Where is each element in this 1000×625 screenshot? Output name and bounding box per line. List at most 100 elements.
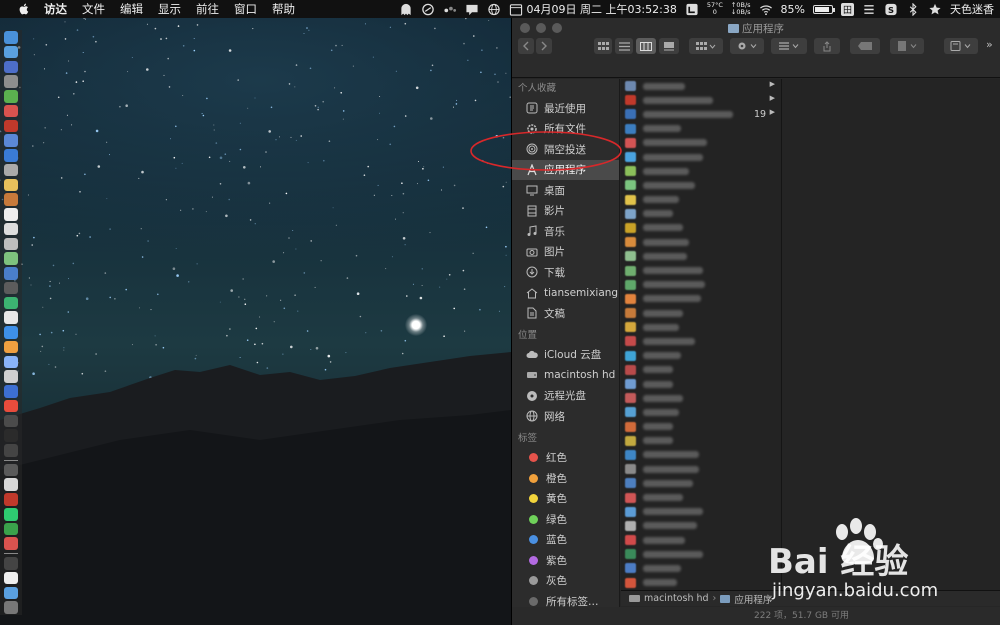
- dock-app-icon[interactable]: [4, 399, 18, 413]
- menu-view[interactable]: 显示: [158, 1, 181, 17]
- dock-app-icon[interactable]: [4, 326, 18, 339]
- dots-icon[interactable]: [443, 3, 457, 16]
- path-item-disk[interactable]: macintosh hd: [644, 593, 709, 604]
- menu-go[interactable]: 前往: [196, 1, 219, 17]
- menu-edit[interactable]: 编辑: [120, 1, 143, 17]
- share-button[interactable]: [814, 38, 840, 54]
- dock-app-icon[interactable]: [4, 463, 18, 477]
- dock-app-icon[interactable]: [4, 104, 18, 118]
- dock-app-icon[interactable]: [4, 478, 18, 492]
- location-item[interactable]: 远程光盘: [512, 386, 619, 407]
- menu-window[interactable]: 窗口: [234, 1, 257, 17]
- file-row[interactable]: [621, 476, 781, 490]
- dock-app-icon[interactable]: [4, 134, 18, 147]
- view-columns-button[interactable]: [636, 38, 656, 54]
- dock-app-icon[interactable]: [4, 119, 18, 133]
- file-row[interactable]: ▶: [621, 107, 781, 121]
- title-bar[interactable]: 应用程序: [512, 18, 1000, 38]
- sync-icon[interactable]: [421, 3, 435, 16]
- favorite-item[interactable]: 下载: [512, 262, 619, 283]
- dock-app-icon[interactable]: [4, 557, 18, 570]
- file-row[interactable]: [621, 207, 781, 221]
- location-item[interactable]: 网络: [512, 406, 619, 427]
- dock-app-icon[interactable]: [4, 385, 18, 398]
- dock-app-icon[interactable]: [4, 340, 18, 354]
- file-row[interactable]: [621, 349, 781, 363]
- dock-app-icon[interactable]: [4, 522, 18, 536]
- file-row[interactable]: [621, 249, 781, 263]
- dock-app-icon[interactable]: [4, 370, 18, 383]
- menu-file[interactable]: 文件: [82, 1, 105, 17]
- favorite-item[interactable]: 桌面: [512, 180, 619, 201]
- tag-item[interactable]: 蓝色: [512, 530, 619, 551]
- dock-app-icon[interactable]: [4, 311, 18, 324]
- action-button[interactable]: [730, 38, 764, 54]
- file-row[interactable]: [621, 278, 781, 292]
- favorite-item[interactable]: tiansemixiang: [512, 283, 619, 304]
- file-row[interactable]: [621, 576, 781, 590]
- quick-look-button[interactable]: [944, 38, 978, 54]
- file-row[interactable]: [621, 420, 781, 434]
- file-row[interactable]: [621, 561, 781, 575]
- battery-percent[interactable]: 85%: [781, 3, 805, 16]
- file-row[interactable]: [621, 533, 781, 547]
- dock-app-icon[interactable]: [4, 507, 18, 521]
- user-name[interactable]: 天色迷香: [950, 1, 994, 17]
- location-item[interactable]: macintosh hd: [512, 365, 619, 386]
- file-row[interactable]: [621, 334, 781, 348]
- file-row[interactable]: [621, 178, 781, 192]
- dock-app-icon[interactable]: [4, 601, 18, 614]
- dock-app-icon[interactable]: [4, 281, 18, 295]
- tag-item[interactable]: 灰色: [512, 571, 619, 592]
- star-icon[interactable]: [928, 3, 942, 16]
- dock-app-icon[interactable]: [4, 296, 18, 310]
- input-method-indicator[interactable]: 田: [840, 2, 854, 16]
- tag-item[interactable]: 绿色: [512, 509, 619, 530]
- view-icons-button[interactable]: [594, 38, 612, 54]
- file-row[interactable]: [621, 490, 781, 504]
- file-row[interactable]: [621, 377, 781, 391]
- dock-app-icon[interactable]: [4, 90, 18, 103]
- dock-app-icon[interactable]: [4, 178, 18, 192]
- dock-app-icon[interactable]: [4, 429, 18, 442]
- battery-icon[interactable]: [812, 4, 835, 14]
- wifi-icon[interactable]: [759, 3, 773, 16]
- file-row[interactable]: [621, 150, 781, 164]
- message-icon[interactable]: [465, 3, 479, 16]
- location-item[interactable]: iCloud 云盘: [512, 345, 619, 366]
- file-row[interactable]: [621, 164, 781, 178]
- favorite-item[interactable]: 音乐: [512, 221, 619, 242]
- file-row[interactable]: [621, 221, 781, 235]
- file-row[interactable]: ▶: [621, 79, 781, 93]
- favorite-item[interactable]: 图片: [512, 242, 619, 263]
- app-status-icon[interactable]: [685, 3, 699, 16]
- sogou-icon[interactable]: S: [884, 3, 898, 16]
- path-item-folder[interactable]: 应用程序: [734, 592, 772, 606]
- toolbar-overflow-icon[interactable]: »: [986, 38, 993, 51]
- dock-app-icon[interactable]: [4, 444, 18, 457]
- favorite-item[interactable]: 文稿: [512, 303, 619, 324]
- dock-app-icon[interactable]: [4, 222, 18, 236]
- view-list-button[interactable]: [615, 38, 633, 54]
- dock-app-icon[interactable]: [4, 193, 18, 206]
- file-row[interactable]: [621, 434, 781, 448]
- forward-button[interactable]: [536, 38, 552, 54]
- temperature-readout[interactable]: 57°C 0: [707, 2, 723, 16]
- tags-button[interactable]: [850, 38, 880, 54]
- dock-app-icon[interactable]: [4, 208, 18, 221]
- file-row[interactable]: [621, 263, 781, 277]
- view-gallery-button[interactable]: [659, 38, 679, 54]
- file-row[interactable]: [621, 448, 781, 462]
- dock-app-icon[interactable]: [4, 586, 18, 600]
- bluetooth-icon[interactable]: [906, 2, 920, 16]
- dock-app-icon[interactable]: [4, 355, 18, 369]
- tag-item[interactable]: 红色: [512, 448, 619, 469]
- open-with-button[interactable]: [890, 38, 924, 54]
- favorite-item[interactable]: 最近使用: [512, 98, 619, 119]
- globe-status-icon[interactable]: [487, 3, 501, 16]
- dock-app-icon[interactable]: [4, 493, 18, 506]
- back-button[interactable]: [518, 38, 534, 54]
- dock-app-icon[interactable]: [4, 75, 18, 88]
- dock-app-icon[interactable]: [4, 31, 18, 44]
- file-row[interactable]: [621, 405, 781, 419]
